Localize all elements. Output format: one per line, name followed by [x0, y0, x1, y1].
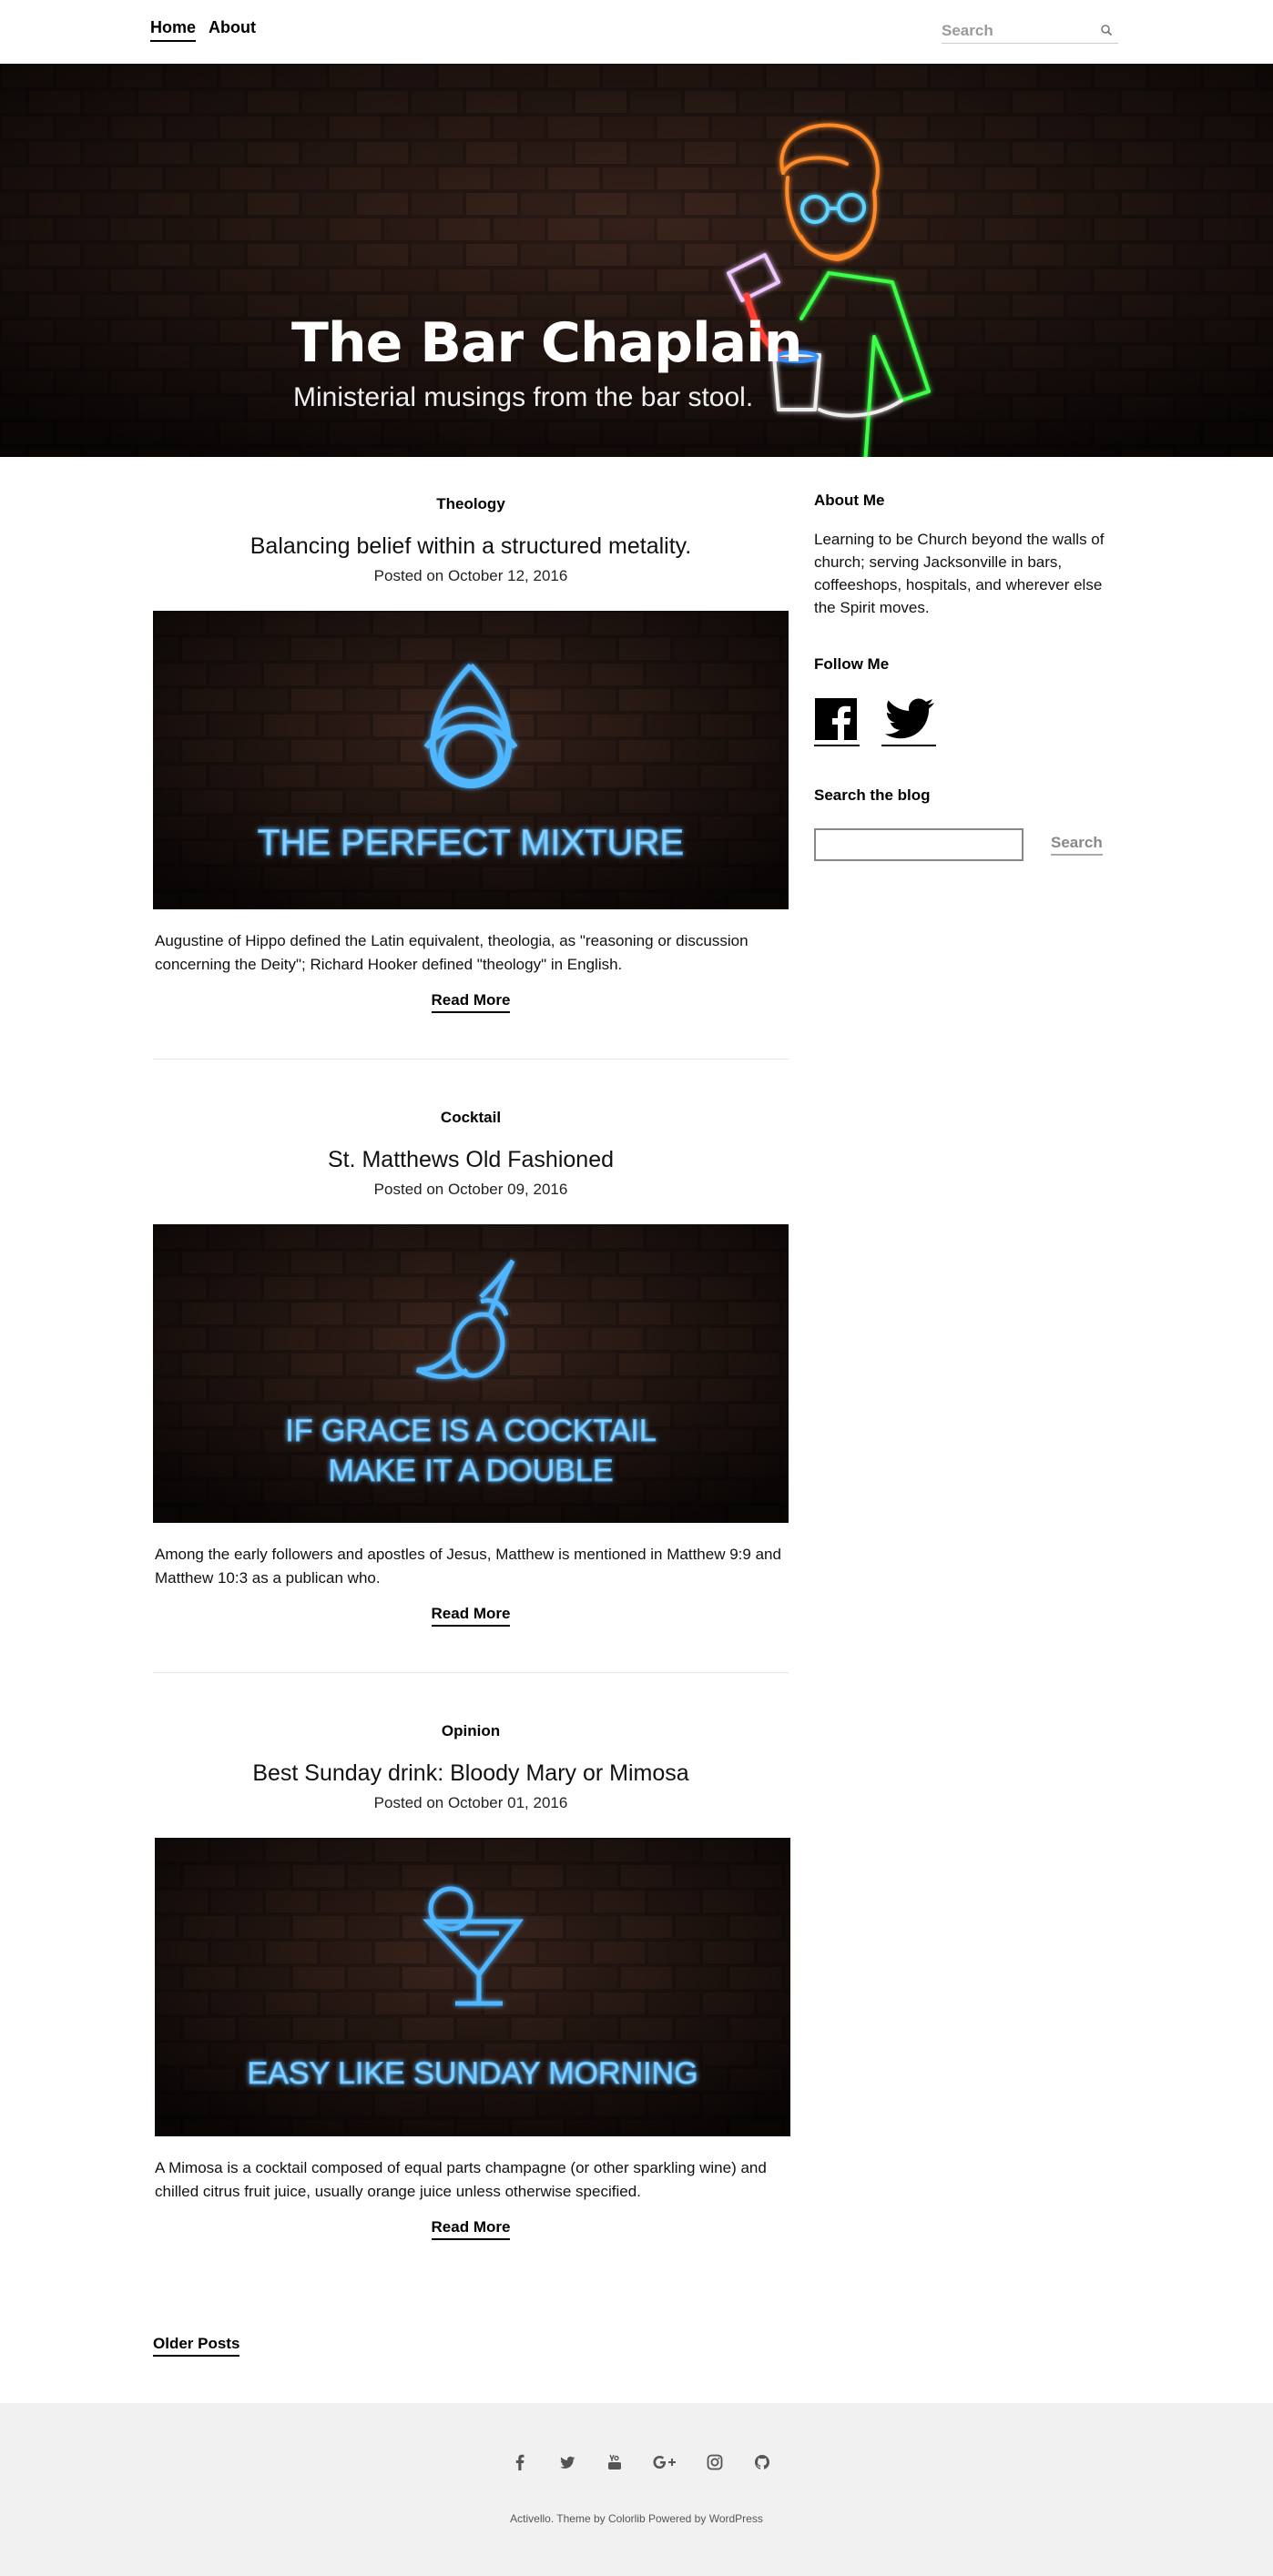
post-title[interactable]: St. Matthews Old Fashioned	[153, 1147, 789, 1173]
site-tagline: Ministerial musings from the bar stool.	[293, 382, 754, 412]
older-posts-link[interactable]: Older Posts	[153, 2335, 240, 2357]
nav-item-home[interactable]: Home	[150, 18, 197, 42]
twitter-link[interactable]	[881, 697, 936, 746]
facebook-icon[interactable]	[510, 2452, 530, 2472]
sidebar-search-button[interactable]: Search	[1051, 834, 1103, 856]
youtube-icon[interactable]	[605, 2452, 625, 2472]
sidebar-search-input[interactable]	[814, 828, 1023, 861]
search-widget-title: Search the blog	[814, 786, 931, 804]
header-search	[942, 18, 1118, 44]
post-excerpt: A Mimosa is a cocktail composed of equal…	[155, 2159, 767, 2200]
post-date: Posted on October 12, 2016	[373, 567, 568, 584]
facebook-icon	[815, 698, 857, 741]
post-image-text: THE PERFECT MIXTURE	[258, 823, 684, 863]
post-title[interactable]: Best Sunday drink: Bloody Mary or Mimosa	[153, 1760, 789, 1787]
post-featured-image[interactable]: THE PERFECT MIXTURE	[153, 611, 789, 909]
read-more-link[interactable]: Read More	[431, 2218, 511, 2240]
top-navbar: Home About	[0, 0, 1273, 64]
post-featured-image[interactable]: IF GRACE IS A COCKTAIL MAKE IT A DOUBLE	[153, 1224, 789, 1523]
read-more-link[interactable]: Read More	[431, 1605, 511, 1627]
about-title: About Me	[814, 492, 885, 509]
google-plus-icon[interactable]	[652, 2452, 677, 2472]
post-excerpt: Augustine of Hippo defined the Latin equ…	[155, 932, 749, 973]
post-image-text: EASY LIKE SUNDAY MORNING	[247, 2056, 698, 2091]
post-list: Theology Balancing belief within a struc…	[153, 473, 790, 2240]
twitter-icon[interactable]	[557, 2452, 577, 2472]
facebook-link[interactable]	[814, 697, 860, 746]
post-excerpt: Among the early followers and apostles o…	[155, 1546, 781, 1587]
main-nav: Home About	[150, 18, 256, 42]
post-divider	[153, 1059, 789, 1060]
post-title[interactable]: Balancing belief within a structured met…	[153, 533, 789, 560]
post-category[interactable]: Cocktail	[153, 1109, 789, 1127]
credit-platform-link[interactable]: WordPress	[709, 2512, 763, 2525]
post-card: Theology Balancing belief within a struc…	[153, 495, 789, 1060]
hero-banner: The Bar Chaplain Ministerial musings fro…	[0, 64, 1273, 457]
about-text: Learning to be Church beyond the walls o…	[814, 531, 1105, 616]
instagram-icon[interactable]	[705, 2452, 725, 2472]
credit-author-link[interactable]: Colorlib	[608, 2512, 646, 2525]
post-date: Posted on October 01, 2016	[373, 1794, 568, 1811]
nav-item-about[interactable]: About	[209, 18, 256, 42]
post-image-text: IF GRACE IS A COCKTAIL	[285, 1414, 656, 1448]
social-links	[814, 697, 1124, 746]
search-form: Search	[814, 828, 1124, 861]
post-featured-image[interactable]: EASY LIKE SUNDAY MORNING	[155, 1838, 790, 2136]
post-card: Cocktail St. Matthews Old Fashioned Post…	[153, 1109, 789, 1673]
github-icon[interactable]	[752, 2452, 772, 2472]
site-title[interactable]: The Bar Chaplain	[291, 311, 802, 375]
search-widget: Search the blog Search	[814, 786, 1124, 861]
header-search-input[interactable]	[942, 21, 1087, 40]
credit-mid: Powered by	[645, 2512, 709, 2525]
post-image-text-line-2: MAKE IT A DOUBLE	[328, 1454, 613, 1488]
credit-prefix: Activello. Theme by	[510, 2512, 608, 2525]
search-icon[interactable]	[1100, 24, 1113, 36]
post-divider	[153, 1672, 789, 1673]
post-category[interactable]: Theology	[153, 495, 789, 513]
footer-credit: Activello. Theme by Colorlib Powered by …	[0, 2512, 1273, 2525]
post-card: Opinion Best Sunday drink: Bloody Mary o…	[153, 1722, 790, 2240]
follow-widget: Follow Me	[814, 655, 1124, 746]
post-date: Posted on October 09, 2016	[373, 1181, 568, 1198]
twitter-icon	[884, 698, 934, 739]
post-category[interactable]: Opinion	[153, 1722, 789, 1740]
footer-social-icons	[510, 2452, 772, 2472]
follow-title: Follow Me	[814, 655, 890, 673]
site-footer: Activello. Theme by Colorlib Powered by …	[0, 2403, 1273, 2576]
read-more-link[interactable]: Read More	[431, 991, 511, 1013]
sidebar: About Me Learning to be Church beyond th…	[814, 492, 1124, 861]
